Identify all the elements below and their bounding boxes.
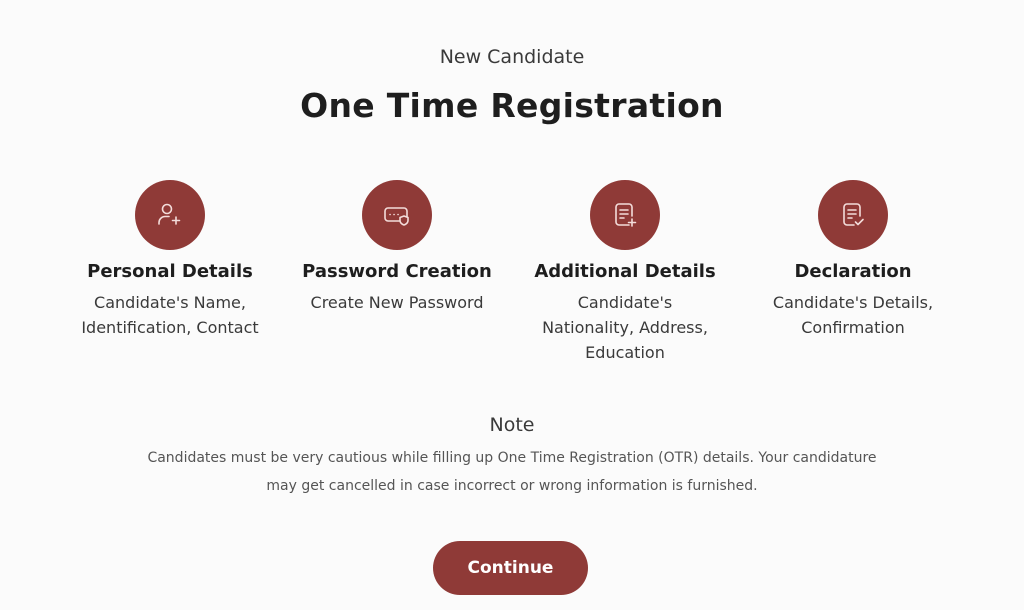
document-check-icon <box>843 203 864 226</box>
step-icon-circle <box>135 180 205 250</box>
step-description: Create New Password <box>282 290 512 315</box>
step-description-line: Candidate's Details, <box>772 293 934 312</box>
document-add-icon <box>615 203 637 227</box>
step-description: Candidate's Nationality, Address, Educat… <box>510 290 740 365</box>
step-description-line: Confirmation <box>801 318 905 337</box>
step-description-line: Create New Password <box>310 293 484 312</box>
step-password-creation: Password Creation Create New Password <box>282 180 512 315</box>
step-icon-circle <box>590 180 660 250</box>
step-description-line: Candidate's <box>577 293 673 312</box>
step-heading: Additional Details <box>534 261 716 282</box>
step-heading: Declaration <box>794 261 912 282</box>
step-description: Candidate's Name, Identification, Contac… <box>55 290 285 340</box>
step-additional-details: Additional Details Candidate's Nationali… <box>510 180 740 365</box>
note-title: Note <box>489 414 535 436</box>
page-subtitle: New Candidate <box>439 46 585 68</box>
step-personal-details: Personal Details Candidate's Name, Ident… <box>55 180 285 340</box>
password-shield-icon <box>384 207 409 226</box>
continue-button[interactable]: Continue <box>433 541 588 595</box>
step-description-line: Identification, Contact <box>81 318 259 337</box>
user-plus-icon <box>158 203 181 225</box>
note-line: may get cancelled in case incorrect or w… <box>266 478 758 494</box>
note-text: Candidates must be very cautious while f… <box>112 444 912 500</box>
step-declaration: Declaration Candidate's Details, Confirm… <box>738 180 968 340</box>
step-description: Candidate's Details, Confirmation <box>738 290 968 340</box>
step-description-line: Nationality, Address, <box>542 318 708 337</box>
page-title: One Time Registration <box>300 86 724 125</box>
otr-page: New Candidate One Time Registration Pers… <box>0 0 1024 610</box>
step-heading: Personal Details <box>87 261 253 282</box>
step-icon-circle <box>818 180 888 250</box>
step-description-line: Education <box>585 343 665 362</box>
note-line: Candidates must be very cautious while f… <box>147 450 877 466</box>
step-heading: Password Creation <box>302 261 492 282</box>
step-description-line: Candidate's Name, <box>94 293 246 312</box>
step-icon-circle <box>362 180 432 250</box>
